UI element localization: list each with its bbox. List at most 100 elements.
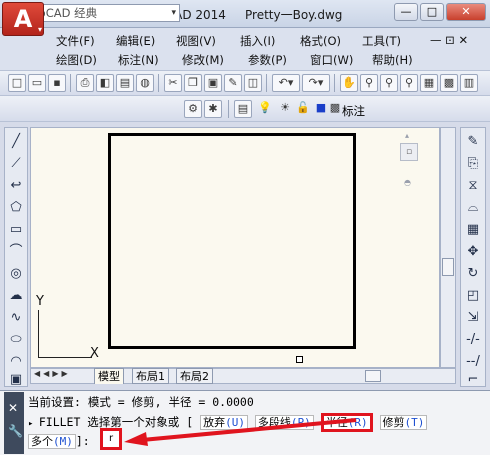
polygon-icon[interactable]: ⬠	[7, 199, 25, 217]
drawn-rectangle[interactable]	[108, 133, 356, 349]
ucs-x-label: X	[90, 346, 99, 361]
save-icon[interactable]: ▪	[48, 74, 66, 92]
new-icon[interactable]: □	[8, 74, 26, 92]
tab-layout2[interactable]: 布局2	[176, 368, 213, 384]
menu-draw[interactable]: 绘图(D)	[56, 52, 97, 68]
minimize-button[interactable]: —	[394, 3, 418, 21]
match-properties-icon[interactable]: ✎	[224, 74, 242, 92]
offset-icon[interactable]: ⌓	[464, 199, 482, 217]
circle-icon[interactable]: ◎	[7, 265, 25, 283]
arc-icon[interactable]: ⌒	[7, 243, 25, 261]
menu-modify[interactable]: 修改(M)	[182, 52, 224, 68]
revision-cloud-icon[interactable]: ☁	[7, 287, 25, 305]
rotate-icon[interactable]: ↻	[464, 265, 482, 283]
rectangle-icon[interactable]: ▭	[7, 221, 25, 239]
ellipse-arc-icon[interactable]: ◠	[7, 353, 25, 371]
design-center-icon[interactable]: ▩	[440, 74, 458, 92]
construction-line-icon[interactable]: ⟋	[7, 155, 25, 173]
ucs-x-axis	[38, 357, 92, 358]
command-input[interactable]: r	[100, 428, 122, 450]
menu-file[interactable]: 文件(F)	[56, 33, 95, 49]
line-icon[interactable]: ╱	[7, 133, 25, 151]
option-multiple[interactable]: 多个(M)	[28, 434, 76, 449]
array-icon[interactable]: ▦	[464, 221, 482, 239]
document-window-controls[interactable]: — ⊡ ✕	[430, 33, 468, 47]
extend-icon[interactable]: --/	[464, 353, 482, 371]
close-button[interactable]: ✕	[446, 3, 486, 21]
toolbar-separator	[158, 74, 159, 92]
menu-edit[interactable]: 编辑(E)	[116, 33, 155, 49]
insert-block-icon[interactable]: ▣	[7, 371, 25, 389]
zoom-previous-icon[interactable]: ⚲	[400, 74, 418, 92]
mirror-icon[interactable]: ⧖	[464, 177, 482, 195]
command-prompt-line-2: 多个(M)]:	[28, 433, 90, 449]
sun-icon[interactable]: ☀	[276, 100, 294, 118]
erase-icon[interactable]: ✎	[464, 133, 482, 151]
close-icon[interactable]: ✕	[8, 401, 18, 415]
block-editor-icon[interactable]: ◫	[244, 74, 262, 92]
pan-icon[interactable]: ✋	[340, 74, 358, 92]
tab-layout1[interactable]: 布局1	[132, 368, 169, 384]
chevron-down-icon: ▾	[171, 8, 176, 18]
3d-dwf-icon[interactable]: ◍	[136, 74, 154, 92]
copy-object-icon[interactable]: ⎘	[464, 155, 482, 173]
current-layer-name[interactable]: 标注	[342, 103, 365, 119]
tab-navigation-arrows[interactable]: ◀◀▶▶	[34, 369, 71, 378]
bulb-icon[interactable]: 💡	[256, 100, 274, 118]
zoom-window-icon[interactable]: ⚲	[380, 74, 398, 92]
toolbar-separator	[334, 74, 335, 92]
menu-view[interactable]: 视图(V)	[176, 33, 216, 49]
ellipse-icon[interactable]: ⬭	[7, 331, 25, 349]
vertical-scroll-thumb[interactable]	[442, 258, 454, 276]
plot-preview-icon[interactable]: ◧	[96, 74, 114, 92]
ucs-menu-icon[interactable]: ◓	[404, 178, 411, 187]
cut-icon[interactable]: ✂	[164, 74, 182, 92]
open-icon[interactable]: ▭	[28, 74, 46, 92]
menu-tools[interactable]: 工具(T)	[362, 33, 401, 49]
fillet-icon[interactable]: ⌐	[464, 371, 482, 389]
menu-insert[interactable]: 插入(I)	[240, 33, 275, 49]
redo-icon[interactable]: ↷▾	[302, 74, 330, 92]
toolbar-separator	[228, 100, 229, 118]
trim-icon[interactable]: -/-	[464, 331, 482, 349]
lock-icon[interactable]: 🔓	[294, 100, 312, 118]
viewcube-icon[interactable]: ▫	[400, 143, 418, 161]
move-icon[interactable]: ✥	[464, 243, 482, 261]
menu-format[interactable]: 格式(O)	[300, 33, 341, 49]
menu-window[interactable]: 窗口(W)	[310, 52, 353, 68]
vertical-scrollbar[interactable]	[440, 127, 456, 368]
properties-icon[interactable]: ▦	[420, 74, 438, 92]
workspace-settings-icon[interactable]: ⚙	[184, 100, 202, 118]
wrench-icon[interactable]: 🔧	[8, 424, 23, 438]
pickbox-cursor	[296, 356, 303, 363]
chevron-down-icon: ▾	[37, 25, 42, 34]
scale-icon[interactable]: ◰	[464, 287, 482, 305]
annotation-arrow	[124, 418, 357, 446]
compass-north-icon: ▴	[405, 131, 410, 140]
tool-palettes-icon[interactable]: ▥	[460, 74, 478, 92]
polyline-icon[interactable]: ↩	[7, 177, 25, 195]
publish-icon[interactable]: ▤	[116, 74, 134, 92]
workspace-customize-icon[interactable]: ✱	[204, 100, 222, 118]
maximize-button[interactable]: □	[420, 3, 444, 21]
zoom-realtime-icon[interactable]: ⚲	[360, 74, 378, 92]
print-icon[interactable]: ⎙	[76, 74, 94, 92]
stretch-icon[interactable]: ⇲	[464, 309, 482, 327]
undo-icon[interactable]: ↶▾	[272, 74, 300, 92]
tab-model[interactable]: 模型	[94, 368, 124, 384]
application-menu-button[interactable]: A ▾	[2, 2, 44, 36]
autocad-logo-icon: A	[13, 5, 33, 33]
horizontal-scroll-thumb[interactable]	[365, 370, 381, 382]
layer-properties-icon[interactable]: ▤	[234, 100, 252, 118]
menu-dimension[interactable]: 标注(N)	[118, 52, 159, 68]
toolbar-separator	[70, 74, 71, 92]
annotation-arrow-head	[124, 432, 148, 446]
option-trim[interactable]: 修剪(T)	[379, 415, 428, 430]
paste-icon[interactable]: ▣	[204, 74, 222, 92]
ucs-y-axis	[38, 310, 39, 358]
copy-icon[interactable]: ❐	[184, 74, 202, 92]
spline-icon[interactable]: ∿	[7, 309, 25, 327]
menu-help[interactable]: 帮助(H)	[372, 52, 413, 68]
command-history-line: 当前设置: 模式 = 修剪, 半径 = 0.0000	[28, 395, 254, 409]
menu-parameters[interactable]: 参数(P)	[248, 52, 287, 68]
